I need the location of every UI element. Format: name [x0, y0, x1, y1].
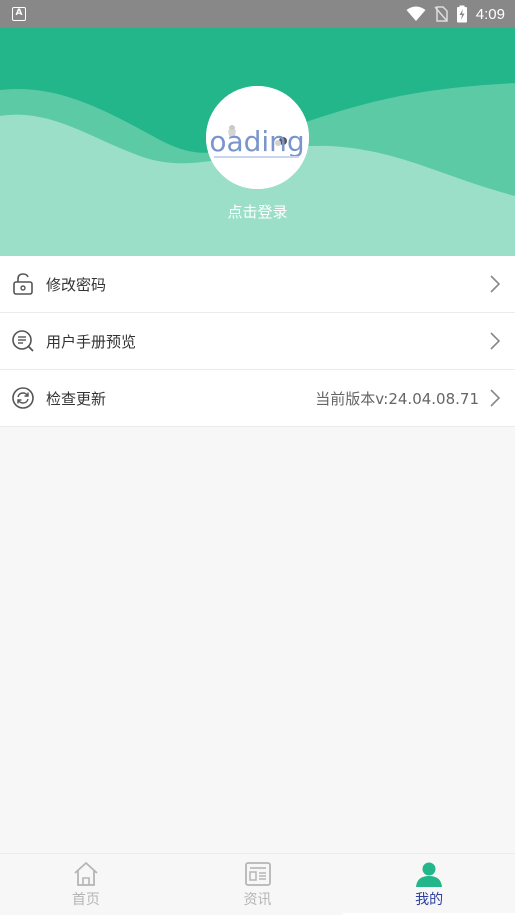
settings-menu: 修改密码 用户手册预览 检查更新 当前版本v:24.04.08.71 — [0, 256, 515, 427]
tab-news[interactable]: 资讯 — [172, 854, 344, 915]
manual-search-icon — [11, 329, 35, 353]
no-sim-icon — [434, 6, 448, 22]
app-notification-icon: A — [12, 7, 26, 21]
refresh-icon — [11, 386, 35, 410]
menu-item-check-update[interactable]: 检查更新 当前版本v:24.04.08.71 — [0, 370, 515, 427]
login-link[interactable]: 点击登录 — [0, 201, 515, 222]
wifi-icon — [406, 6, 426, 21]
tab-mine[interactable]: 我的 — [343, 854, 515, 915]
user-icon — [416, 862, 443, 887]
battery-charging-icon — [456, 5, 467, 23]
menu-item-user-manual[interactable]: 用户手册预览 — [0, 313, 515, 370]
profile-header: oading 点击登录 — [0, 28, 515, 256]
home-icon — [74, 861, 98, 886]
menu-item-label: 检查更新 — [46, 389, 107, 408]
status-bar: A 4:09 — [0, 0, 515, 28]
chevron-right-icon — [489, 388, 503, 408]
loading-image: oading — [206, 86, 309, 189]
avatar-loading-text: oading — [209, 125, 304, 158]
tab-label: 首页 — [71, 891, 100, 908]
lock-icon — [11, 272, 35, 296]
chevron-right-icon — [489, 331, 503, 351]
tab-label: 我的 — [415, 891, 444, 908]
clock: 4:09 — [475, 5, 505, 23]
status-icons: 4:09 — [406, 5, 505, 23]
tab-home[interactable]: 首页 — [0, 854, 172, 915]
tab-label: 资讯 — [243, 891, 272, 908]
menu-item-label: 修改密码 — [46, 275, 107, 294]
version-text: 当前版本v:24.04.08.71 — [315, 389, 479, 408]
avatar[interactable]: oading — [206, 86, 309, 189]
news-icon — [244, 861, 271, 886]
bottom-tab-bar: 首页 资讯 我的 — [0, 853, 515, 915]
chevron-right-icon — [489, 274, 503, 294]
menu-item-change-password[interactable]: 修改密码 — [0, 256, 515, 313]
menu-item-label: 用户手册预览 — [46, 332, 137, 351]
